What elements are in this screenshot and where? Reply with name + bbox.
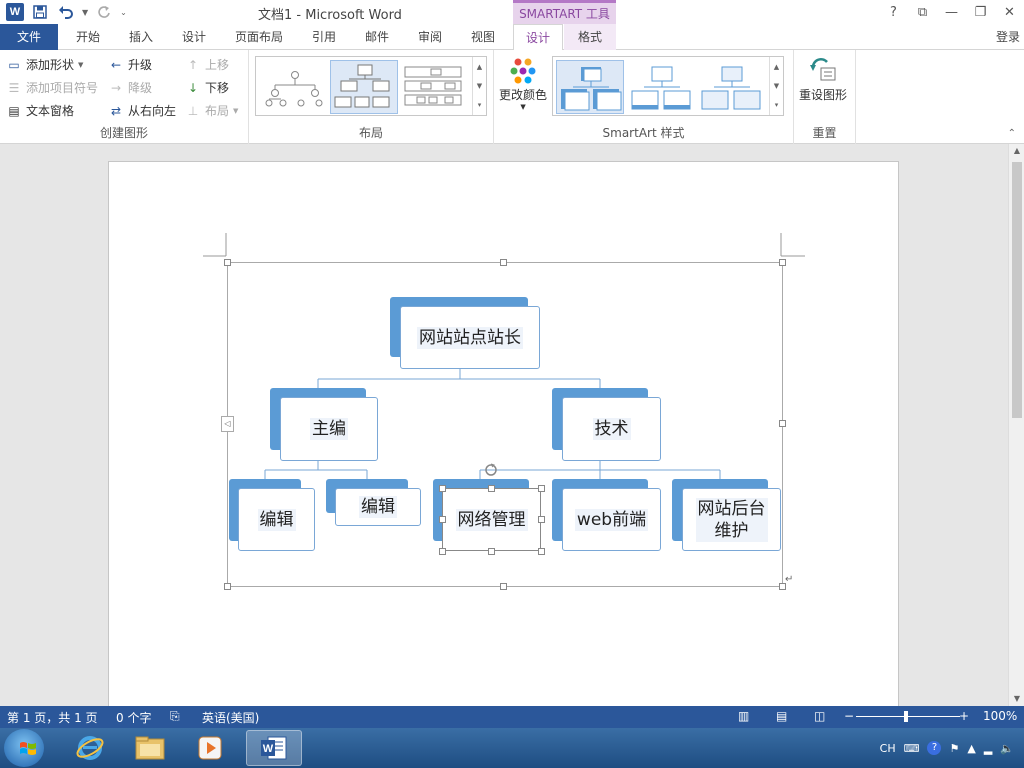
node-text: 网站站点站长 (417, 326, 523, 349)
proofing-icon[interactable]: ⎘ (170, 709, 180, 724)
node-resize-handle[interactable] (439, 516, 446, 523)
vertical-scrollbar[interactable]: ▲ ▼ (1008, 144, 1024, 706)
taskbar-explorer[interactable] (122, 730, 178, 766)
node-text: 技术 (592, 418, 631, 440)
scroll-thumb[interactable] (1012, 162, 1022, 418)
network-icon[interactable]: ▂ (984, 742, 992, 755)
page-count[interactable]: 第 1 页，共 1 页 (7, 709, 98, 726)
rotate-handle-icon[interactable] (483, 462, 499, 478)
scroll-up-icon[interactable]: ▲ (1009, 144, 1024, 158)
node-text: 编辑 (257, 508, 296, 531)
system-tray: CH ⌨ ? ⚑ ▲ ▂ 🔈 (880, 728, 1024, 768)
node-resize-handle[interactable] (439, 485, 446, 492)
zoom-in-icon[interactable]: + (959, 709, 969, 723)
language-indicator[interactable]: 英语(美国) (202, 709, 259, 726)
collapse-ribbon-icon[interactable]: ⌃ (1008, 128, 1016, 139)
read-mode-icon[interactable]: ▥ (738, 709, 749, 723)
taskbar-media-player[interactable] (182, 730, 238, 766)
node-resize-handle[interactable] (488, 485, 495, 492)
windows-logo-icon (20, 742, 36, 755)
node-resize-handle[interactable] (538, 485, 545, 492)
media-player-icon (198, 736, 222, 760)
svg-text:W: W (263, 743, 274, 755)
node-text: 网络管理 (455, 508, 528, 531)
zoom-slider-thumb[interactable] (904, 711, 908, 722)
taskbar-ie[interactable] (62, 730, 118, 766)
volume-icon[interactable]: 🔈 (1000, 742, 1014, 755)
start-button[interactable] (4, 729, 44, 767)
node-resize-handle[interactable] (488, 548, 495, 555)
zoom-slider[interactable] (856, 716, 960, 717)
folder-icon (135, 736, 165, 760)
web-layout-icon[interactable]: ◫ (814, 709, 825, 723)
zoom-level[interactable]: 100% (983, 709, 1017, 723)
node-text: web前端 (574, 508, 649, 531)
node-resize-handle[interactable] (538, 516, 545, 523)
word-count[interactable]: 0 个字 (116, 709, 151, 726)
print-layout-icon[interactable]: ▤ (776, 709, 787, 723)
keyboard-icon[interactable]: ⌨ (904, 742, 920, 755)
internet-explorer-icon (76, 736, 104, 760)
paragraph-mark: ↵ (785, 574, 794, 585)
node-text: 编辑 (359, 496, 397, 518)
node-text: 网站后台 维护 (695, 497, 768, 542)
taskbar-word[interactable]: W (246, 730, 302, 766)
status-bar: 第 1 页，共 1 页 0 个字 ⎘ 英语(美国) ▥ ▤ ◫ − + 100% (0, 706, 1024, 728)
windows-taskbar: W CH ⌨ ? ⚑ ▲ ▂ 🔈 (0, 728, 1024, 768)
help-circle-icon[interactable]: ? (927, 741, 942, 755)
node-resize-handle[interactable] (538, 548, 545, 555)
node-text: 主编 (310, 418, 348, 440)
word-app-icon: W (261, 736, 287, 760)
tray-flag-icon[interactable]: ⚑ (949, 742, 959, 755)
node-resize-handle[interactable] (439, 548, 446, 555)
scroll-down-icon[interactable]: ▼ (1009, 692, 1024, 706)
input-language[interactable]: CH (880, 742, 896, 755)
zoom-out-icon[interactable]: − (844, 709, 854, 723)
show-hidden-icons[interactable]: ▲ (967, 742, 975, 755)
